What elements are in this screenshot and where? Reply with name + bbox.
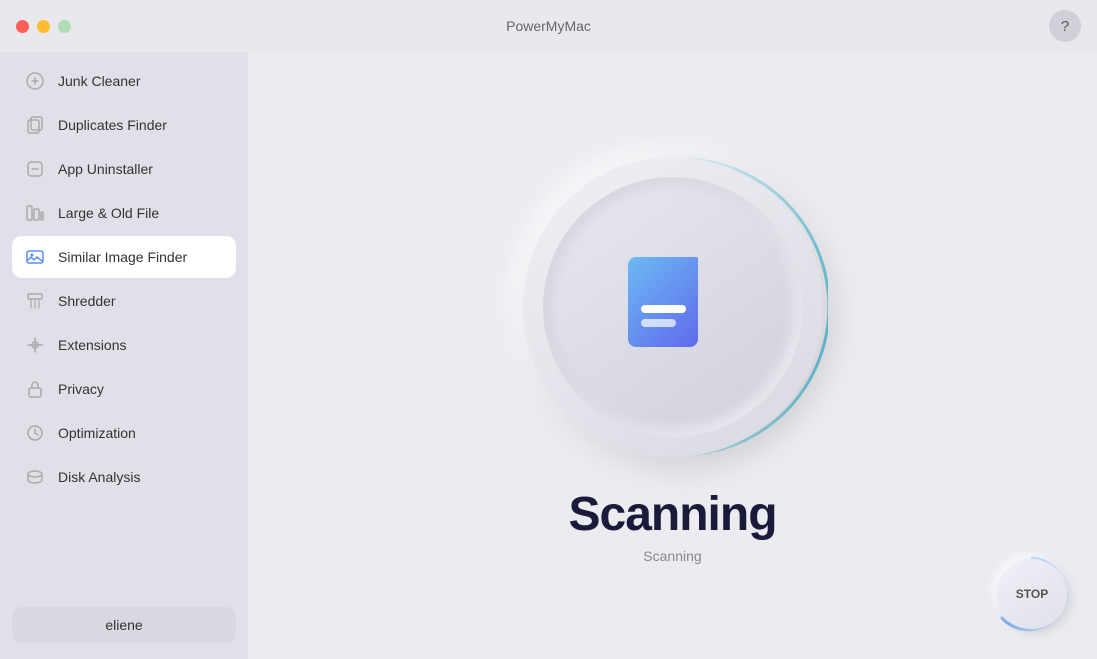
sidebar-item-shredder[interactable]: Shredder (12, 280, 236, 322)
file-icon (613, 247, 733, 367)
titlebar: PowerMyMac ? (0, 0, 1097, 52)
sidebar-label-optimization: Optimization (58, 425, 136, 441)
sidebar-item-privacy[interactable]: Privacy (12, 368, 236, 410)
large-file-icon (24, 202, 46, 224)
help-button[interactable]: ? (1049, 10, 1081, 42)
main-layout: Junk Cleaner Duplicates Finder (0, 52, 1097, 659)
image-icon (24, 246, 46, 268)
app-title: PowerMyMac (506, 18, 591, 34)
sidebar-label-extensions: Extensions (58, 337, 126, 353)
user-button[interactable]: eliene (12, 607, 236, 643)
sidebar-label-app-uninstaller: App Uninstaller (58, 161, 153, 177)
sidebar-item-disk-analysis[interactable]: Disk Analysis (12, 456, 236, 498)
extensions-icon (24, 334, 46, 356)
sidebar-label-privacy: Privacy (58, 381, 104, 397)
sidebar-item-optimization[interactable]: Optimization (12, 412, 236, 454)
sidebar-item-app-uninstaller[interactable]: App Uninstaller (12, 148, 236, 190)
traffic-lights (16, 20, 71, 33)
sidebar-label-disk-analysis: Disk Analysis (58, 469, 140, 485)
sidebar-item-junk-cleaner[interactable]: Junk Cleaner (12, 60, 236, 102)
junk-icon (24, 70, 46, 92)
sidebar-item-duplicates-finder[interactable]: Duplicates Finder (12, 104, 236, 146)
sidebar-label-junk-cleaner: Junk Cleaner (58, 73, 141, 89)
sidebar: Junk Cleaner Duplicates Finder (0, 52, 248, 659)
privacy-icon (24, 378, 46, 400)
sidebar-label-similar-image-finder: Similar Image Finder (58, 249, 187, 265)
sidebar-item-extensions[interactable]: Extensions (12, 324, 236, 366)
stop-button[interactable]: STOP (997, 559, 1067, 629)
duplicates-icon (24, 114, 46, 136)
stop-button-wrapper: STOP (997, 559, 1067, 629)
sidebar-items: Junk Cleaner Duplicates Finder (12, 60, 236, 599)
sidebar-label-shredder: Shredder (58, 293, 116, 309)
maximize-button[interactable] (58, 20, 71, 33)
content-area: Scanning Scanning STOP (248, 52, 1097, 659)
sidebar-label-large-old-file: Large & Old File (58, 205, 159, 221)
minimize-button[interactable] (37, 20, 50, 33)
circle-wrapper (513, 147, 833, 467)
sidebar-label-duplicates-finder: Duplicates Finder (58, 117, 167, 133)
scan-container: Scanning Scanning (513, 147, 833, 564)
disk-icon (24, 466, 46, 488)
optimization-icon (24, 422, 46, 444)
sidebar-item-large-old-file[interactable]: Large & Old File (12, 192, 236, 234)
close-button[interactable] (16, 20, 29, 33)
scan-title: Scanning (568, 487, 776, 542)
shredder-icon (24, 290, 46, 312)
uninstaller-icon (24, 158, 46, 180)
scan-subtitle: Scanning (643, 548, 701, 564)
sidebar-item-similar-image-finder[interactable]: Similar Image Finder (12, 236, 236, 278)
sidebar-footer: eliene (12, 599, 236, 651)
